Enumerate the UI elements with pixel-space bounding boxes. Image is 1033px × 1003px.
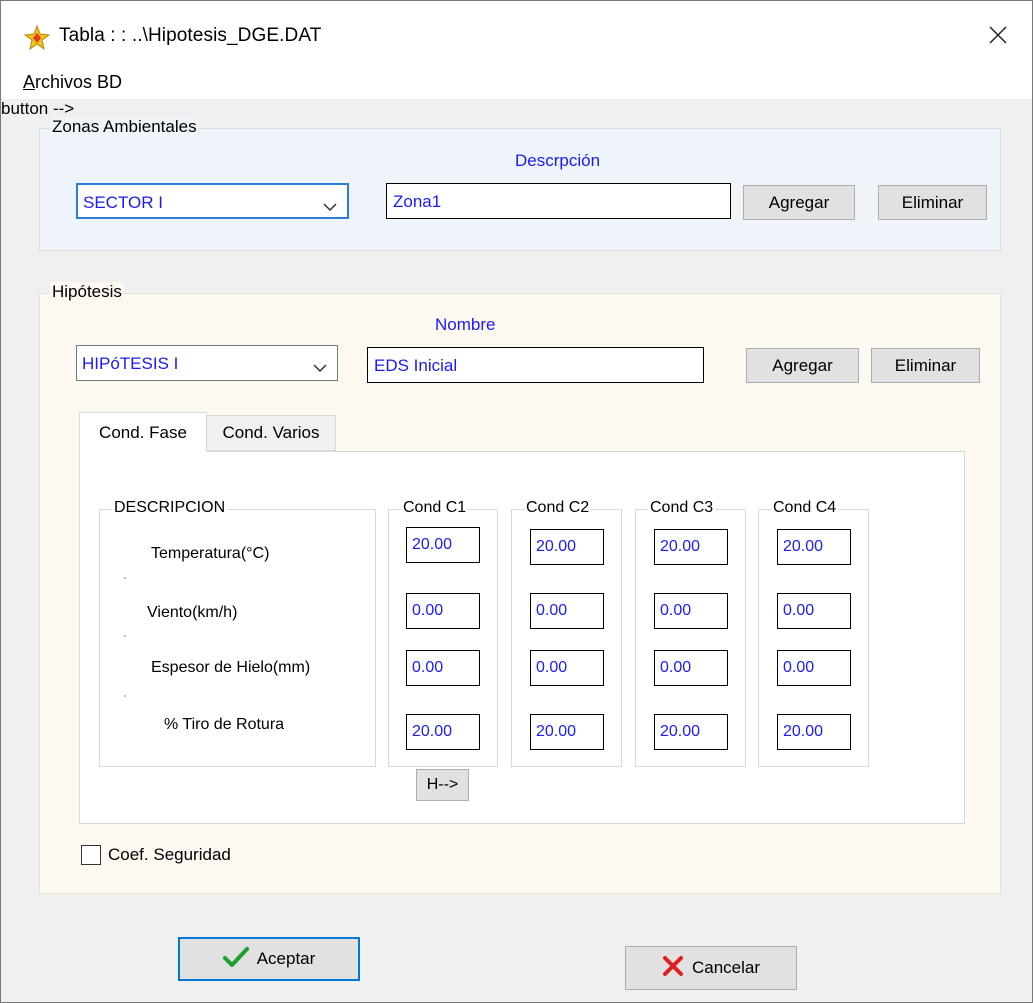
tab-cond-fase[interactable]: Cond. Fase — [79, 412, 207, 452]
cell-value: 20.00 — [536, 723, 577, 740]
menu-label: rchivos BD — [35, 72, 123, 92]
cell-value: 0.00 — [660, 602, 692, 619]
hipotesis-delete-label: Eliminar — [894, 355, 957, 375]
tab-cond-varios[interactable]: Cond. Varios — [206, 415, 336, 451]
nombre-label: Nombre — [435, 315, 496, 334]
cond-c3-temperatura-input[interactable]: 20.00 — [654, 529, 728, 565]
close-icon — [989, 25, 1007, 49]
cond-c1-temperatura-input[interactable]: 20.00 — [406, 527, 480, 563]
dialog-window: Tabla : : ..\Hipotesis_DGE.DAT Archivos … — [0, 0, 1033, 1003]
cell-value: 0.00 — [783, 602, 815, 619]
cond-c3-hielo-input[interactable]: 0.00 — [654, 650, 728, 686]
cell-value: 0.00 — [412, 602, 444, 619]
cond-c2-temperatura-input[interactable]: 20.00 — [530, 529, 604, 565]
hipotesis-group-legend: Hipótesis — [50, 282, 124, 302]
hipotesis-select[interactable]: HIPóTESIS I — [76, 345, 338, 381]
close-button[interactable] — [978, 19, 1018, 55]
coef-seguridad-label[interactable]: Coef. Seguridad — [108, 845, 231, 865]
cond-c3-viento-input[interactable]: 0.00 — [654, 593, 728, 629]
hipotesis-add-button[interactable]: Agregar — [746, 348, 859, 383]
cond-c4-viento-input[interactable]: 0.00 — [777, 593, 851, 629]
cell-value: 20.00 — [660, 538, 701, 555]
cond-c3-tiro-input[interactable]: 20.00 — [654, 714, 728, 750]
cond-c1-tiro-input[interactable]: 20.00 — [406, 714, 480, 750]
cond-c2-hielo-input[interactable]: 0.00 — [530, 650, 604, 686]
cond-c4-header: Cond C4 — [771, 499, 839, 517]
zona-delete-button[interactable]: Eliminar — [878, 185, 987, 220]
hipotesis-delete-button[interactable]: Eliminar — [871, 348, 980, 383]
h-arrow-button[interactable]: H--> — [416, 769, 469, 801]
chevron-down-icon — [313, 358, 327, 373]
cell-value: 0.00 — [536, 659, 568, 676]
h-arrow-label: H--> — [426, 776, 459, 793]
cond-c4-hielo-input[interactable]: 0.00 — [777, 650, 851, 686]
cond-c1-header: Cond C1 — [401, 499, 469, 517]
cond-c1-viento-input[interactable]: 0.00 — [406, 593, 480, 629]
aceptar-button[interactable]: Aceptar — [178, 937, 360, 981]
row-label-espesor-hielo: Espesor de Hielo(mm) — [151, 659, 311, 676]
tab-cond-fase-label: Cond. Fase — [99, 422, 187, 442]
aceptar-label: Aceptar — [256, 949, 316, 968]
app-star-icon — [23, 24, 51, 51]
cell-value: 20.00 — [783, 538, 824, 555]
zona-description-value: Zona1 — [393, 192, 442, 211]
zonas-group-legend: Zonas Ambientales — [50, 117, 199, 137]
cell-value: 0.00 — [536, 602, 568, 619]
separator-dot — [124, 577, 126, 579]
hipotesis-name-value: EDS Inicial — [374, 356, 458, 375]
zona-delete-label: Eliminar — [901, 192, 964, 212]
x-icon — [662, 955, 684, 982]
window-title: Tabla : : ..\Hipotesis_DGE.DAT — [59, 25, 322, 46]
hipotesis-select-value: HIPóTESIS I — [82, 354, 179, 373]
zona-add-label: Agregar — [768, 192, 830, 212]
zona-description-input[interactable]: Zona1 — [386, 183, 731, 219]
cond-c4-tiro-input[interactable]: 20.00 — [777, 714, 851, 750]
cell-value: 20.00 — [783, 723, 824, 740]
cond-c1-hielo-input[interactable]: 0.00 — [406, 650, 480, 686]
cond-c2-header: Cond C2 — [524, 499, 592, 517]
cancelar-label: Cancelar — [691, 958, 761, 977]
cond-c2-tiro-input[interactable]: 20.00 — [530, 714, 604, 750]
row-label-viento: Viento(km/h) — [147, 604, 238, 621]
descripcion-header: DESCRIPCION — [112, 499, 228, 517]
zona-select-value: SECTOR I — [83, 193, 163, 212]
row-label-tiro-rotura: % Tiro de Rotura — [164, 716, 285, 733]
cond-c2-viento-input[interactable]: 0.00 — [530, 593, 604, 629]
tab-cond-varios-label: Cond. Varios — [222, 423, 320, 442]
cell-value: 20.00 — [412, 723, 453, 740]
cell-value: 0.00 — [783, 659, 815, 676]
hipotesis-add-label: Agregar — [772, 355, 833, 375]
menu-bar: Archivos BD — [1, 63, 1032, 99]
cond-c3-header: Cond C3 — [648, 499, 716, 517]
chevron-down-icon — [323, 197, 337, 212]
descripcion-label: Descrpción — [515, 151, 601, 170]
zona-add-button[interactable]: Agregar — [743, 185, 855, 220]
coef-seguridad-checkbox[interactable] — [81, 845, 101, 865]
cell-value: 20.00 — [412, 536, 453, 553]
separator-dot — [124, 635, 126, 637]
row-label-temperatura: Temperatura(°C) — [151, 545, 270, 562]
cond-c4-temperatura-input[interactable]: 20.00 — [777, 529, 851, 565]
cell-value: 20.00 — [536, 538, 577, 555]
dialog-client-area: Zonas Ambientales Descrpción SECTOR I Zo… — [1, 99, 1032, 1002]
cell-value: 0.00 — [412, 659, 444, 676]
cancelar-button[interactable]: Cancelar — [625, 946, 797, 990]
zona-select[interactable]: SECTOR I — [76, 183, 349, 219]
menu-archivos-bd[interactable]: Archivos BD — [23, 72, 122, 93]
menu-accelerator: A — [23, 72, 36, 92]
checkmark-icon — [222, 946, 249, 973]
cell-value: 0.00 — [660, 659, 692, 676]
cell-value: 20.00 — [660, 723, 701, 740]
separator-dot — [124, 695, 126, 697]
hipotesis-name-input[interactable]: EDS Inicial — [367, 347, 704, 383]
title-bar: Tabla : : ..\Hipotesis_DGE.DAT — [1, 1, 1032, 63]
